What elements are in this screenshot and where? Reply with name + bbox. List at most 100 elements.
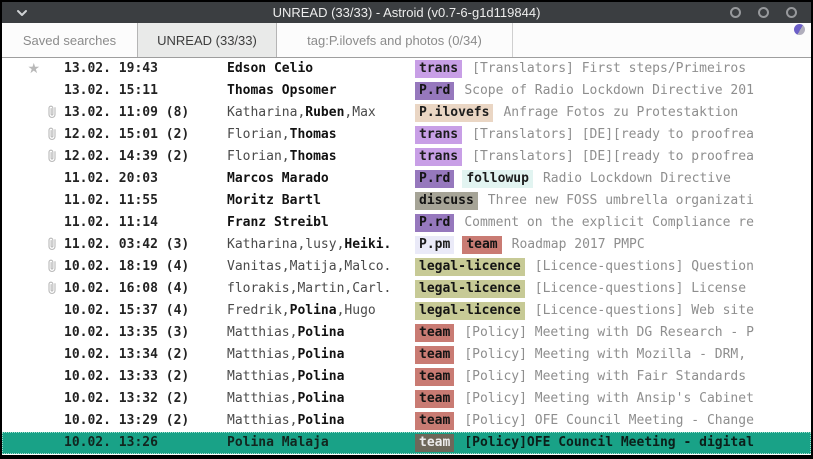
flag-star-icon: ★ [2,58,40,80]
paperclip-icon [40,234,64,256]
author-name: Edson Celio [227,61,313,76]
email-subject: [Licence-questions] License [535,281,746,296]
email-authors: Polina Malaja [227,432,415,454]
email-subject: [Policy]OFE Council Meeting - digital [464,435,754,450]
email-authors: Matthias,Polina [227,366,415,388]
email-date: 13.02. 19:43 [64,58,227,80]
email-row[interactable]: 10.02. 13:29 (2) Matthias,Polina team[Po… [2,410,811,432]
tag-badge[interactable]: P.ilovefs [415,104,493,122]
tag-badge[interactable]: team [415,346,454,364]
email-row[interactable]: 13.02. 11:09 (8) Katharina,Ruben,Max P.i… [2,102,811,124]
email-row[interactable]: ★ 13.02. 19:43 Edson Celio trans [Transla… [2,58,811,80]
tag-badge[interactable]: followup [462,170,533,188]
tag-badge[interactable]: discuss [415,192,478,210]
email-authors: Matthias,Polina [227,410,415,432]
email-row[interactable]: 12.02. 15:01 (2) Florian,Thomas trans[Tr… [2,124,811,146]
author-name: Florian, [227,149,290,164]
email-subject: [Licence-questions] Question [535,259,754,274]
email-authors: Katharina,lusy,Heiki. [227,234,415,256]
email-subject: Radio Lockdown Directive [543,171,731,186]
tag-badge[interactable]: legal-licence [415,258,525,276]
author-name: Matthias, [227,369,297,384]
email-date: 11.02. 03:42 (3) [64,234,227,256]
author-name: Polina [297,413,344,428]
email-authors: Moritz Bartl [227,190,415,212]
author-name: ,Hugo [337,303,376,318]
maximize-button[interactable] [758,7,769,18]
email-tags-subject: legal-licence [Licence-questions] Questio… [415,256,811,278]
email-subject: Scope of Radio Lockdown Directive 201 [464,83,754,98]
email-row[interactable]: 11.02. 11:55 Moritz Bartl discussThree n… [2,190,811,212]
email-date: 13.02. 11:09 (8) [64,102,227,124]
tag-badge[interactable]: team [415,434,454,452]
tag-badge[interactable]: P.rd [415,82,454,100]
email-row[interactable]: 10.02. 13:33 (2) Matthias,Polina team[Po… [2,366,811,388]
email-date: 13.02. 15:11 [64,80,227,102]
email-tags-subject: P.rd followup Radio Lockdown Directive [415,168,811,190]
author-name: ,Max [344,105,375,120]
chevron-down-icon[interactable] [16,9,28,17]
minimize-button[interactable] [730,7,741,18]
tag-badge[interactable]: team [415,368,454,386]
email-row[interactable]: 10.02. 13:34 (2) Matthias,Polina team[Po… [2,344,811,366]
author-name: Matthias, [227,413,297,428]
author-name: Heiki. [344,237,391,252]
tag-badge[interactable]: P.rd [415,170,454,188]
email-subject: [Licence-questions] Web site [535,303,754,318]
email-authors: Edson Celio [227,58,415,80]
email-date: 11.02. 20:03 [64,168,227,190]
email-row[interactable]: 10.02. 13:32 (2) Matthias,Polina team[Po… [2,388,811,410]
tag-badge[interactable]: team [462,236,501,254]
tag-badge[interactable]: trans [415,126,462,144]
email-authors: florakis,Martin,Carl. [227,278,415,300]
email-subject: [Policy] Meeting with DG Research - P [464,325,754,340]
email-tags-subject: trans[Translators] [DE][ready to proofre… [415,124,811,146]
email-row[interactable]: 10.02. 15:37 (4) Fredrik,Polina,Hugo leg… [2,300,811,322]
author-name: Polina Malaja [227,435,329,450]
paperclip-icon [40,256,64,278]
tag-badge[interactable]: trans [415,60,462,78]
author-name: Polina [297,391,344,406]
tag-badge[interactable]: trans [415,148,462,166]
email-row[interactable]: 10.02. 18:19 (4) Vanitas,Matija,Malco. l… [2,256,811,278]
paperclip-icon [40,146,64,168]
tag-badge[interactable]: legal-licence [415,280,525,298]
email-tags-subject: discuss Three new FOSS umbrella organizat… [415,190,811,212]
email-subject: [Policy] Meeting with Ansip's Cabinet [464,391,754,406]
email-row[interactable]: 11.02. 03:42 (3) Katharina,lusy,Heiki. P… [2,234,811,256]
author-name: Ruben [305,105,344,120]
author-name: florakis,Martin,Carl. [227,281,391,296]
email-row[interactable]: 10.02. 16:08 (4) florakis,Martin,Carl. l… [2,278,811,300]
email-authors: Vanitas,Matija,Malco. [227,256,415,278]
author-name: Polina [297,325,344,340]
email-date: 10.02. 13:34 (2) [64,344,227,366]
author-name: Thomas Opsomer [227,83,337,98]
email-row[interactable]: 10.02. 13:26 Polina Malaja team[Policy]O… [2,432,811,454]
email-row[interactable]: 11.02. 20:03 Marcos Marado P.rd followup R… [2,168,811,190]
email-tags-subject: trans [Translators] First steps/Primeiros [415,58,811,80]
email-row[interactable]: 13.02. 15:11 Thomas Opsomer P.rd Scope of… [2,80,811,102]
tab-unread[interactable]: UNREAD (33/33) [137,23,277,57]
tab-saved-searches[interactable]: Saved searches [2,23,137,57]
tag-badge[interactable]: team [415,390,454,408]
email-tags-subject: team[Policy] OFE Council Meeting - Chang… [415,410,811,432]
app-window: UNREAD (33/33) - Astroid (v0.7-6-g1d1198… [2,2,811,455]
tab-ilovefs-photos[interactable]: tag:P.ilovefs and photos (0/34) [277,23,513,57]
tag-badge[interactable]: team [415,412,454,430]
email-authors: Marcos Marado [227,168,415,190]
tag-badge[interactable]: legal-licence [415,302,525,320]
author-name: Polina [297,347,344,362]
email-row[interactable]: 12.02. 14:39 (2) Florian,Thomas trans[Tr… [2,146,811,168]
close-button[interactable] [786,7,797,18]
email-subject: [Translators] First steps/Primeiros [472,61,746,76]
tag-badge[interactable]: P.pm [415,236,454,254]
tag-badge[interactable]: team [415,324,454,342]
author-name: Fredrik, [227,303,290,318]
author-name: Matthias, [227,325,297,340]
email-row[interactable]: 11.02. 11:14 Franz Streibl P.rdComment o… [2,212,811,234]
author-name: Moritz Bartl [227,193,321,208]
email-row[interactable]: 10.02. 13:35 (3) Matthias,Polina team[Po… [2,322,811,344]
email-date: 12.02. 15:01 (2) [64,124,227,146]
tag-badge[interactable]: P.rd [415,214,454,232]
email-subject: Three new FOSS umbrella organizati [488,193,754,208]
